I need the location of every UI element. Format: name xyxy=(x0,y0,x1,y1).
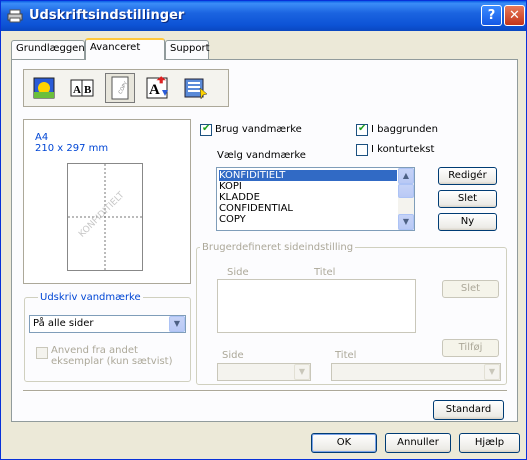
background-checkbox[interactable] xyxy=(356,123,368,136)
choose-watermark-label: Vælg vandmærke xyxy=(217,150,306,161)
col-title-label: Titel xyxy=(314,267,336,278)
print-watermark-group xyxy=(24,297,191,382)
custom-page-list[interactable] xyxy=(217,279,416,333)
printer-icon xyxy=(7,9,23,23)
custom-page-label: Brugerdefineret sideindstilling xyxy=(200,242,356,253)
add-button[interactable]: Tilføj xyxy=(442,339,499,357)
copy-option-checkbox[interactable] xyxy=(36,347,48,359)
chevron-down-icon[interactable]: ▼ xyxy=(294,364,310,380)
new-button[interactable]: Ny xyxy=(438,213,497,231)
tab-avanceret[interactable]: Avanceret xyxy=(85,38,165,60)
edit-button[interactable]: Redigér xyxy=(438,167,497,185)
use-watermark-label: Brug vandmærke xyxy=(215,124,302,135)
background-label: I baggrunden xyxy=(371,124,438,135)
print-watermark-value: På alle sider xyxy=(33,318,94,329)
col-side-label: Side xyxy=(227,267,249,278)
scroll-up-icon[interactable]: ▲ xyxy=(398,168,414,184)
help-icon[interactable]: ? xyxy=(481,5,502,26)
standard-button[interactable]: Standard xyxy=(433,400,504,420)
list-item[interactable]: KONFIDITIELT xyxy=(219,170,397,181)
tab-grundlaeggende[interactable]: Grundlæggende xyxy=(11,40,97,59)
list-item[interactable]: KOPI xyxy=(219,181,242,192)
paper-name: A4 xyxy=(35,132,49,143)
duplex-icon: A B xyxy=(70,79,94,97)
title-select[interactable]: ▼ xyxy=(331,363,501,381)
color-quality-button[interactable] xyxy=(29,73,59,103)
duplex-button[interactable]: A B xyxy=(67,73,97,103)
print-watermark-label: Udskriv vandmærke xyxy=(38,292,143,303)
list-item[interactable]: KLADDE xyxy=(219,192,260,203)
svg-text:B: B xyxy=(84,84,92,96)
cancel-button[interactable]: Annuller xyxy=(385,433,451,453)
window-title: Udskriftsindstillinger xyxy=(29,8,185,23)
custom-delete-button[interactable]: Slet xyxy=(442,280,499,298)
tab-support[interactable]: Support xyxy=(165,40,210,59)
help-button[interactable]: Hjælp xyxy=(459,433,520,453)
svg-text:A: A xyxy=(73,84,81,96)
ok-button[interactable]: OK xyxy=(311,433,377,453)
outline-checkbox[interactable] xyxy=(356,144,368,156)
scaling-button[interactable]: A xyxy=(143,73,173,103)
use-watermark-checkbox[interactable] xyxy=(200,123,212,136)
device-options-icon xyxy=(184,78,208,100)
side-label: Side xyxy=(222,350,244,361)
print-watermark-select[interactable]: På alle sider ▼ xyxy=(29,315,186,333)
preview-page: KONFIDITIELT xyxy=(67,163,143,271)
color-quality-icon xyxy=(33,77,55,99)
list-item[interactable]: CONFIDENTIAL xyxy=(219,203,293,214)
scaling-icon: A xyxy=(146,76,168,99)
close-icon[interactable]: ✕ xyxy=(504,5,525,26)
list-item[interactable]: COPY xyxy=(219,214,246,225)
scroll-down-icon[interactable]: ▼ xyxy=(398,214,414,230)
print-settings-window: Udskriftsindstillinger ? ✕ Grundlæggende… xyxy=(0,0,527,460)
paper-size: 210 x 297 mm xyxy=(35,143,109,154)
title-label: Titel xyxy=(335,350,357,361)
watermark-list-scrollbar[interactable]: ▲ ▼ xyxy=(398,168,414,230)
divider xyxy=(23,390,507,392)
watermark-icon: COPY xyxy=(111,76,130,100)
watermark-button[interactable]: COPY xyxy=(105,73,135,103)
copy-option-label: Anvend fra andet eksemplar (kun sætvist) xyxy=(51,345,173,367)
delete-button[interactable]: Slet xyxy=(438,190,497,208)
chevron-down-icon[interactable]: ▼ xyxy=(484,364,500,380)
scroll-thumb[interactable] xyxy=(398,184,414,198)
device-options-button[interactable] xyxy=(181,73,211,103)
svg-text:A: A xyxy=(149,82,160,98)
watermark-list[interactable]: KONFIDITIELT KOPI KLADDE CONFIDENTIAL CO… xyxy=(216,167,415,231)
title-bar[interactable]: Udskriftsindstillinger ? ✕ xyxy=(1,1,526,31)
outline-label: I konturtekst xyxy=(371,144,435,155)
side-select[interactable]: ▼ xyxy=(217,363,311,381)
chevron-down-icon[interactable]: ▼ xyxy=(169,316,185,332)
